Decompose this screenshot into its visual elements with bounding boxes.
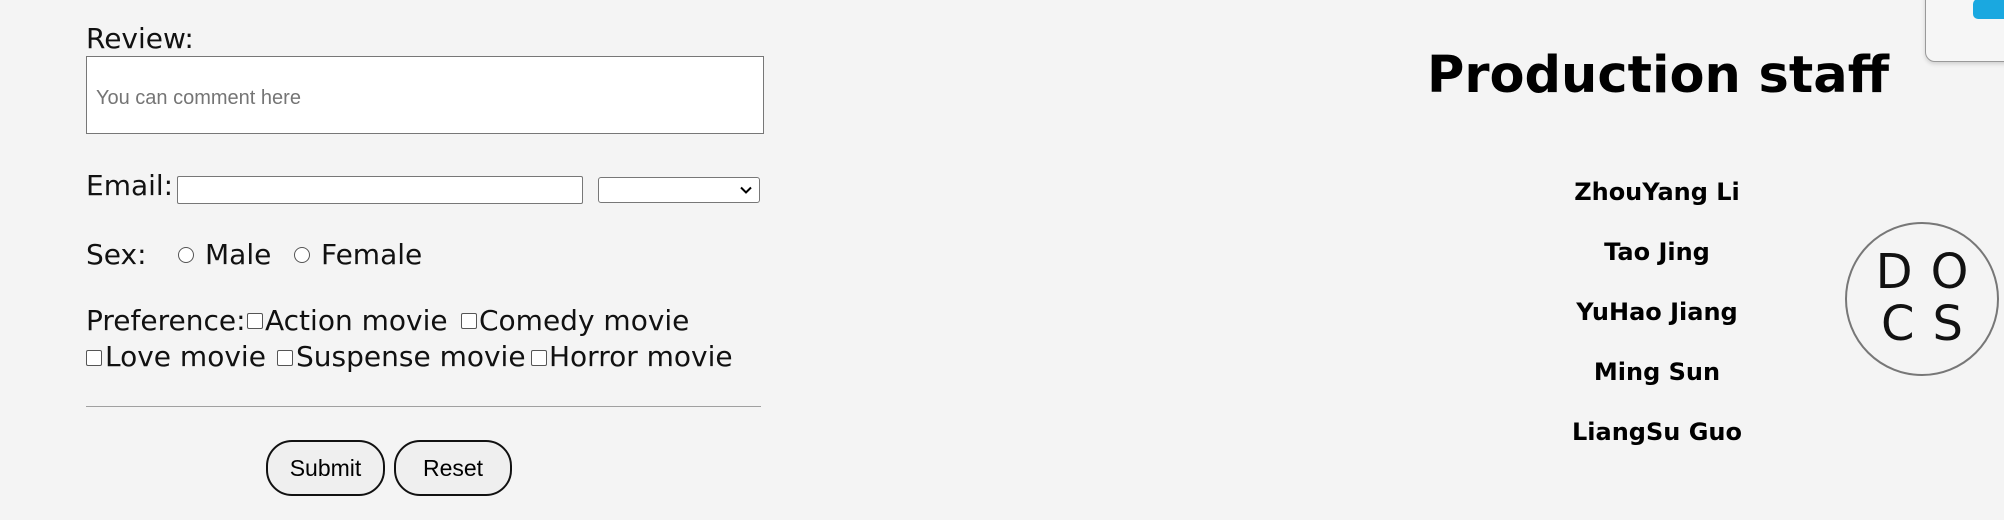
checkbox-suspense-movie-label: Suspense movie xyxy=(296,340,526,373)
email-label: Email: xyxy=(86,169,174,202)
docs-badge-line2: CS xyxy=(1881,296,1981,352)
chevron-down-icon xyxy=(740,186,752,194)
checkbox-horror-movie[interactable] xyxy=(531,350,547,366)
checkbox-horror-movie-label: Horror movie xyxy=(549,340,733,373)
checkbox-love-movie-label: Love movie xyxy=(105,340,266,373)
radio-male[interactable] xyxy=(178,247,194,263)
corner-accent-button[interactable] xyxy=(1973,0,2004,19)
checkbox-suspense-movie[interactable] xyxy=(277,350,293,366)
docs-badge[interactable]: DO CS xyxy=(1845,222,1999,376)
staff-member: YuHao Jiang xyxy=(1576,298,1738,326)
corner-panel[interactable] xyxy=(1925,0,2004,62)
review-textarea[interactable]: You can comment here xyxy=(86,56,764,134)
staff-member: Tao Jing xyxy=(1604,238,1710,266)
staff-member: Ming Sun xyxy=(1593,358,1721,386)
production-staff-title: Production staff xyxy=(1426,46,1890,105)
review-label: Review: xyxy=(86,22,194,55)
email-domain-select[interactable] xyxy=(598,177,760,203)
submit-button[interactable]: Submit xyxy=(266,440,385,496)
reset-button[interactable]: Reset xyxy=(394,440,512,496)
staff-member: LiangSu Guo xyxy=(1572,418,1742,446)
checkbox-action-movie-label: Action movie xyxy=(265,304,448,337)
checkbox-comedy-movie[interactable] xyxy=(461,313,477,329)
email-field[interactable] xyxy=(177,176,583,204)
radio-female-label: Female xyxy=(321,238,423,271)
docs-badge-line1: DO xyxy=(1875,244,1987,301)
review-placeholder: You can comment here xyxy=(96,87,301,109)
checkbox-comedy-movie-label: Comedy movie xyxy=(479,304,690,337)
form-divider xyxy=(86,406,761,407)
checkbox-action-movie[interactable] xyxy=(247,313,263,329)
sex-label: Sex: xyxy=(86,238,147,271)
preference-label: Preference: xyxy=(86,304,246,337)
staff-member: ZhouYang Li xyxy=(1574,178,1740,206)
radio-male-label: Male xyxy=(205,238,272,271)
radio-female[interactable] xyxy=(294,247,310,263)
checkbox-love-movie[interactable] xyxy=(86,350,102,366)
